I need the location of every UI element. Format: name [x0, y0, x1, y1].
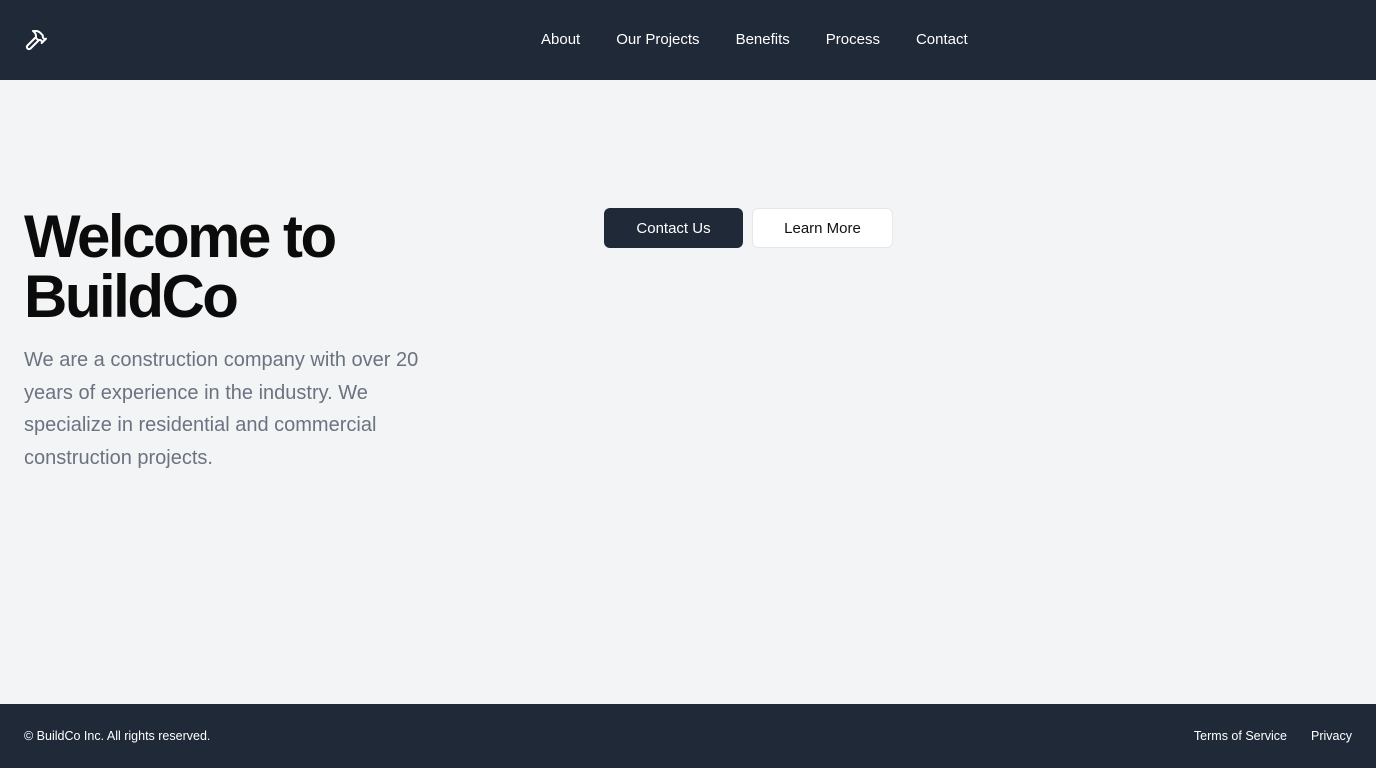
footer: © BuildCo Inc. All rights reserved. Term…: [0, 704, 1376, 768]
contact-us-button[interactable]: Contact Us: [604, 208, 743, 248]
copyright-text: © BuildCo Inc. All rights reserved.: [24, 729, 211, 743]
footer-links: Terms of Service Privacy: [1194, 704, 1352, 768]
nav-link-our-projects[interactable]: Our Projects: [598, 0, 717, 80]
hammer-icon[interactable]: [24, 28, 48, 52]
hero-title: Welcome to BuildCo: [24, 203, 337, 330]
top-navbar: About Our Projects Benefits Process Cont…: [0, 0, 1376, 80]
nav-link-about[interactable]: About: [523, 0, 598, 80]
nav-link-process[interactable]: Process: [808, 0, 898, 80]
nav-link-benefits[interactable]: Benefits: [718, 0, 808, 80]
main-nav: About Our Projects Benefits Process Cont…: [523, 0, 986, 80]
hero-description: We are a construction company with over …: [24, 349, 419, 469]
privacy-link[interactable]: Privacy: [1311, 729, 1352, 743]
nav-link-contact[interactable]: Contact: [898, 0, 986, 80]
learn-more-button[interactable]: Learn More: [752, 208, 893, 248]
terms-of-service-link[interactable]: Terms of Service: [1194, 729, 1287, 743]
